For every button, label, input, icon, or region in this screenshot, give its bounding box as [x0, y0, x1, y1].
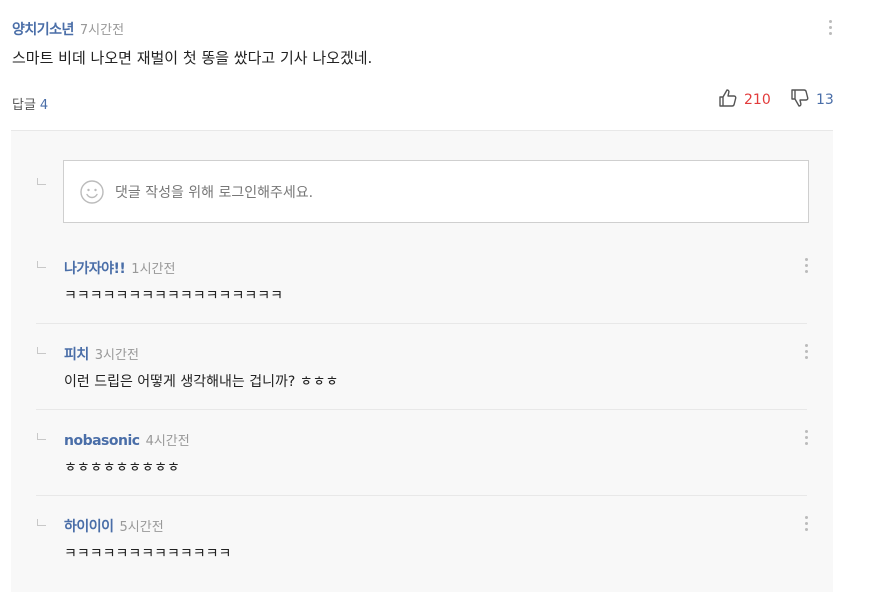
reply-arrow-icon: [37, 261, 46, 268]
reply-text: ㅋㅋㅋㅋㅋㅋㅋㅋㅋㅋㅋㅋㅋ: [64, 546, 232, 562]
more-options-icon[interactable]: [805, 516, 809, 531]
reply-arrow-icon: [37, 347, 46, 354]
reply-author-name[interactable]: nobasonic: [64, 433, 140, 449]
smiley-icon: [80, 180, 104, 208]
thumbs-down-icon: [790, 88, 810, 112]
reply-author-name[interactable]: 피치: [64, 347, 89, 363]
reply-time: 4시간전: [145, 434, 190, 449]
reply-text: ㅋㅋㅋㅋㅋㅋㅋㅋㅋㅋㅋㅋㅋㅋㅋㅋㅋ: [64, 288, 283, 304]
reply-arrow-icon: [37, 519, 46, 526]
more-options-icon[interactable]: [805, 430, 809, 445]
divider: [36, 495, 807, 496]
reply-text: ㅎㅎㅎㅎㅎㅎㅎㅎㅎ: [64, 460, 180, 476]
reply-toggle-button[interactable]: 답글 4: [12, 94, 48, 113]
reply-count: 4: [39, 98, 49, 113]
reply-arrow-icon: [37, 178, 46, 185]
divider: [36, 409, 807, 410]
login-prompt-text: 댓글 작성을 위해 로그인해주세요.: [115, 185, 314, 201]
reply-author[interactable]: 나가자야!! 1시간전: [64, 258, 175, 278]
reply-time: 1시간전: [131, 262, 176, 277]
comment-time: 7시간전: [79, 23, 125, 38]
reply-arrow-icon: [37, 433, 46, 440]
comment-author[interactable]: 양치기소년: [12, 22, 74, 38]
divider: [36, 323, 807, 324]
reply-text: 이런 드립은 어떻게 생각해내는 겁니까? ㅎㅎㅎ: [64, 374, 339, 390]
login-prompt-box[interactable]: 댓글 작성을 위해 로그인해주세요.: [63, 160, 809, 223]
more-options-icon[interactable]: [805, 344, 809, 359]
reply-author-name[interactable]: 하이이이: [64, 519, 114, 535]
comment-text: 스마트 비데 나오면 재벌이 첫 똥을 쌌다고 기사 나오겠네.: [12, 49, 373, 67]
dislike-button[interactable]: 13: [790, 88, 834, 112]
reply-time: 5시간전: [119, 520, 164, 535]
like-button[interactable]: 210: [718, 88, 771, 112]
reply-section: 댓글 작성을 위해 로그인해주세요. 나가자야!! 1시간전 ㅋㅋㅋㅋㅋㅋㅋㅋㅋㅋ…: [11, 130, 833, 592]
more-options-icon[interactable]: [829, 20, 833, 35]
more-options-icon[interactable]: [805, 258, 809, 273]
reply-author[interactable]: nobasonic 4시간전: [64, 430, 190, 449]
thumbs-up-icon: [718, 88, 738, 112]
reply-author[interactable]: 하이이이 5시간전: [64, 516, 164, 536]
like-count: 210: [744, 92, 771, 108]
reply-author-name[interactable]: 나가자야!!: [64, 261, 126, 277]
reply-time: 3시간전: [94, 348, 139, 363]
reply-author[interactable]: 피치 3시간전: [64, 344, 139, 364]
comment-header: 양치기소년 7시간전: [12, 19, 124, 39]
dislike-count: 13: [816, 92, 834, 108]
reply-label: 답글: [12, 98, 36, 113]
